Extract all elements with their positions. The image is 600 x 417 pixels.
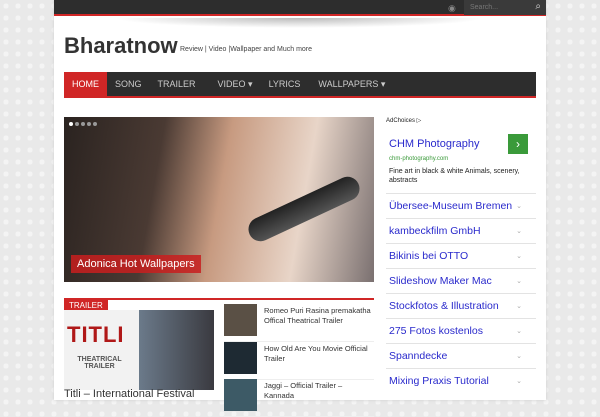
rss-icon[interactable]: ◉ bbox=[448, 3, 456, 14]
nav-lyrics[interactable]: LYRICS bbox=[261, 72, 309, 96]
chevron-down-icon[interactable]: ⌄ bbox=[516, 251, 522, 262]
nav-home[interactable]: HOME bbox=[64, 72, 107, 96]
ad-link[interactable]: Mixing Praxis Tutorial ⌄ bbox=[386, 368, 536, 393]
thumb-title: TITLI bbox=[67, 322, 125, 347]
ad-link-label[interactable]: Slideshow Maker Mac bbox=[389, 275, 492, 287]
nav-song[interactable]: SONG bbox=[107, 72, 150, 96]
ad-link-label[interactable]: Übersee-Museum Bremen bbox=[389, 200, 512, 212]
chevron-down-icon[interactable]: ⌄ bbox=[516, 326, 522, 337]
list-item[interactable]: Jaggi – Official Trailer – Kannada bbox=[224, 377, 374, 417]
item-title[interactable]: Romeo Puri Rasina premakatha Offical The… bbox=[264, 306, 374, 326]
thumb-subtitle: THEATRICAL TRAILER bbox=[77, 356, 122, 370]
trailer-section: TRAILER bbox=[64, 298, 374, 311]
ad-link-label[interactable]: 275 Fotos kostenlos bbox=[389, 325, 483, 337]
chevron-down-icon[interactable]: ⌄ bbox=[516, 301, 522, 312]
ad-link[interactable]: Stockfotos & Illustration ⌄ bbox=[386, 293, 536, 318]
ad-links: Übersee-Museum Bremen ⌄ kambeckfilm GmbH ⌄… bbox=[386, 193, 536, 393]
slider-dots[interactable] bbox=[69, 122, 97, 126]
slider-image bbox=[244, 172, 364, 246]
sidebar-ad: AdChoices ▷ CHM Photography › chm-photog… bbox=[386, 117, 536, 386]
header-shadow bbox=[114, 18, 484, 28]
nav-video[interactable]: VIDEO ▾ bbox=[204, 72, 261, 96]
list-item[interactable]: Romeo Puri Rasina premakatha Offical The… bbox=[224, 302, 374, 342]
item-thumb[interactable] bbox=[224, 379, 257, 411]
featured-title[interactable]: Titli – International Festival bbox=[64, 388, 194, 400]
ad-link[interactable]: Slideshow Maker Mac ⌄ bbox=[386, 268, 536, 293]
site-logo[interactable]: Bharatnow bbox=[64, 33, 178, 59]
ad-url[interactable]: chm-photography.com bbox=[389, 156, 448, 162]
featured-thumb[interactable]: TITLI THEATRICAL TRAILER bbox=[64, 310, 214, 390]
site-tagline: Review | Video |Wallpaper and Much more bbox=[180, 46, 313, 53]
search-input[interactable]: Search... ⌕ bbox=[464, 0, 546, 15]
nav-wallpapers[interactable]: WALLPAPERS ▾ bbox=[308, 72, 393, 96]
slider-caption[interactable]: Adonica Hot Wallpapers bbox=[71, 255, 201, 273]
chevron-down-icon[interactable]: ⌄ bbox=[516, 351, 522, 362]
main-nav: HOME SONG TRAILER VIDEO ▾ LYRICS WALLPAP… bbox=[64, 72, 536, 98]
adchoices-label[interactable]: AdChoices ▷ bbox=[386, 117, 536, 124]
ad-description: Fine art in black & white Animals, scene… bbox=[389, 168, 520, 184]
ad-link[interactable]: Bikinis bei OTTO ⌄ bbox=[386, 243, 536, 268]
chevron-right-icon[interactable]: › bbox=[508, 134, 528, 154]
ad-link-label[interactable]: Spanndecke bbox=[389, 350, 447, 362]
chevron-down-icon[interactable]: ⌄ bbox=[516, 276, 522, 287]
ad-link[interactable]: 275 Fotos kostenlos ⌄ bbox=[386, 318, 536, 343]
ad-link-label[interactable]: Mixing Praxis Tutorial bbox=[389, 375, 489, 387]
nav-trailer[interactable]: TRAILER bbox=[150, 72, 204, 96]
ad-link[interactable]: Übersee-Museum Bremen ⌄ bbox=[386, 193, 536, 218]
item-thumb[interactable] bbox=[224, 342, 257, 374]
top-bar: ◉ Search... ⌕ bbox=[54, 0, 546, 16]
search-placeholder: Search... bbox=[470, 4, 499, 11]
ad-title[interactable]: CHM Photography bbox=[389, 138, 480, 150]
ad-link[interactable]: kambeckfilm GmbH ⌄ bbox=[386, 218, 536, 243]
page-container: ◉ Search... ⌕ Bharatnow Review | Video |W… bbox=[54, 0, 546, 417]
item-thumb[interactable] bbox=[224, 304, 257, 336]
ad-link-label[interactable]: Stockfotos & Illustration bbox=[389, 300, 499, 312]
ad-link-label[interactable]: Bikinis bei OTTO bbox=[389, 250, 468, 262]
search-icon[interactable]: ⌕ bbox=[535, 1, 541, 12]
item-title[interactable]: Jaggi – Official Trailer – Kannada bbox=[264, 381, 374, 401]
chevron-down-icon[interactable]: ⌄ bbox=[516, 376, 522, 387]
featured-slider[interactable]: Adonica Hot Wallpapers bbox=[64, 117, 374, 282]
item-title[interactable]: How Old Are You Movie Official Trailer bbox=[264, 344, 374, 364]
list-item[interactable]: How Old Are You Movie Official Trailer bbox=[224, 340, 374, 380]
chevron-down-icon[interactable]: ⌄ bbox=[516, 226, 522, 237]
ad-link[interactable]: Spanndecke ⌄ bbox=[386, 343, 536, 368]
chevron-down-icon[interactable]: ⌄ bbox=[516, 201, 522, 212]
ad-link-label[interactable]: kambeckfilm GmbH bbox=[389, 225, 481, 237]
